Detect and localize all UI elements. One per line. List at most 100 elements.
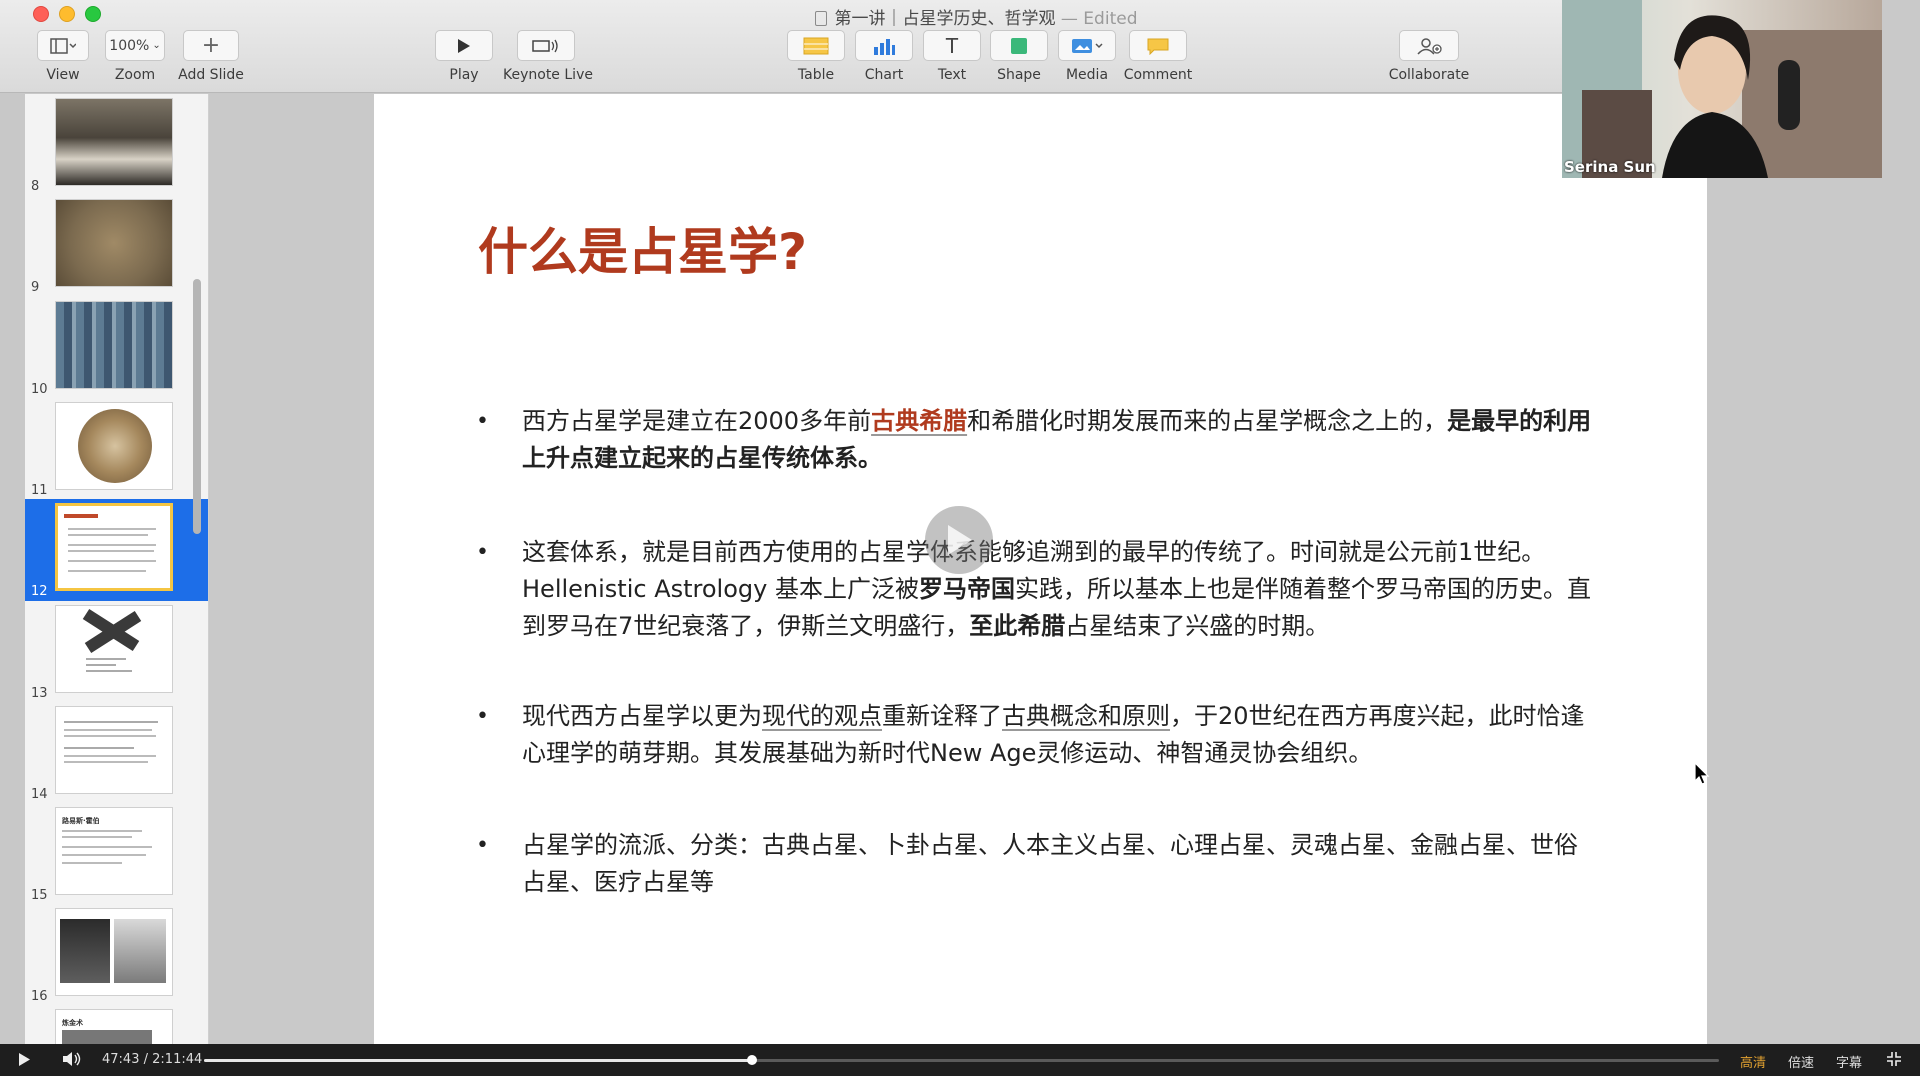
sidebar-scrollbar[interactable] (193, 279, 201, 534)
add-slide-label: Add Slide (178, 67, 244, 83)
zoom-label: Zoom (114, 67, 156, 83)
subtitle-button[interactable]: 字幕 (1836, 1052, 1862, 1071)
bullet-4[interactable]: • 占星学的流派、分类：古典占星、卜卦占星、人本主义占星、心理占星、灵魂占星、金… (476, 827, 1596, 901)
bullet-text: 西方占星学是建立在2000多年前古典希腊和希腊化时期发展而来的占星学概念之上的，… (522, 403, 1596, 477)
slide-navigator[interactable]: 8 9 10 11 12 13 14 路易斯·霍伯 15 16 炼金术 (25, 94, 209, 1044)
slide-thumbnail-17[interactable]: 炼金术 (25, 1005, 208, 1044)
slide-preview (55, 402, 173, 490)
quality-button[interactable]: 高清 (1740, 1052, 1766, 1071)
bullet-dot: • (476, 704, 489, 729)
slide-number: 13 (31, 686, 48, 701)
bullet-text: 这套体系，就是目前西方使用的占星学体系能够追溯到的最早的传统了。时间就是公元前1… (522, 534, 1596, 645)
bullet-2[interactable]: • 这套体系，就是目前西方使用的占星学体系能够追溯到的最早的传统了。时间就是公元… (476, 534, 1596, 645)
progress-handle[interactable] (747, 1055, 758, 1065)
collaborate-icon (1399, 30, 1459, 61)
keynote-live-icon (517, 30, 575, 61)
slide-preview: 路易斯·霍伯 (55, 807, 173, 895)
text-icon: T (923, 30, 981, 61)
comment-label: Comment (1123, 67, 1193, 83)
slide-thumbnail-14[interactable]: 14 (25, 702, 208, 804)
video-play-overlay-button[interactable] (925, 506, 993, 574)
play-icon (435, 30, 493, 61)
play-pause-button[interactable] (18, 1052, 31, 1071)
table-label: Table (797, 67, 835, 83)
chart-icon (855, 30, 913, 61)
play-icon (948, 525, 972, 555)
shape-button[interactable]: Shape (990, 30, 1048, 83)
underlined-text: 现代的观点 (762, 702, 882, 730)
keynote-live-button[interactable]: Keynote Live (503, 30, 593, 83)
bullet-3[interactable]: • 现代西方占星学以更为现代的观点重新诠释了古典概念和原则，于20世纪在西方再度… (476, 698, 1596, 772)
current-slide[interactable]: 什么是占星学? • 西方占星学是建立在2000多年前古典希腊和希腊化时期发展而来… (374, 94, 1707, 1044)
slide-thumbnail-12[interactable]: 12 (25, 499, 208, 601)
play-icon (19, 1053, 30, 1066)
video-progress-bar[interactable] (204, 1055, 1719, 1065)
bullet-dot: • (476, 833, 489, 858)
screen: 第一讲｜占星学历史、哲学观 — Edited View 100% ⌄ Zoom … (0, 0, 1920, 1076)
slide-thumbnail-10[interactable]: 10 (25, 297, 208, 399)
text-run: 西方占星学是建立在2000多年前 (522, 407, 872, 435)
slide-title[interactable]: 什么是占星学? (478, 212, 807, 284)
playback-speed-button[interactable]: 倍速 (1788, 1052, 1814, 1071)
comment-button[interactable]: Comment (1123, 30, 1193, 83)
media-icon (1058, 30, 1116, 61)
bullet-1[interactable]: • 西方占星学是建立在2000多年前古典希腊和希腊化时期发展而来的占星学概念之上… (476, 403, 1596, 477)
slide-number: 12 (31, 584, 48, 599)
bold-text: 至此希腊 (969, 612, 1066, 640)
text-run: 重新诠释了 (882, 702, 1002, 730)
slide-thumbnail-15[interactable]: 路易斯·霍伯 15 (25, 803, 208, 905)
zoom-control[interactable]: 100% ⌄ Zoom (105, 30, 165, 83)
slide-thumbnail-9[interactable]: 9 (25, 195, 208, 297)
collaborate-button[interactable]: Collaborate (1388, 30, 1470, 83)
add-slide-button[interactable]: + Add Slide (178, 30, 244, 83)
slide-number: 14 (31, 787, 48, 802)
text-run: 现代西方占星学以更为 (522, 702, 762, 730)
zoom-select[interactable]: 100% ⌄ (105, 30, 165, 61)
slide-number: 11 (31, 483, 48, 498)
media-button[interactable]: Media (1058, 30, 1116, 83)
shape-icon (990, 30, 1048, 61)
keynote-live-label: Keynote Live (503, 67, 593, 83)
slide-preview (55, 908, 173, 996)
plus-icon: + (183, 30, 239, 61)
slide-preview (55, 605, 173, 693)
chart-button[interactable]: Chart (855, 30, 913, 83)
keynote-window: 第一讲｜占星学历史、哲学观 — Edited View 100% ⌄ Zoom … (0, 0, 1882, 1044)
document-icon (814, 11, 827, 26)
view-icon (37, 30, 89, 61)
slide-preview-title: 路易斯·霍伯 (62, 817, 100, 825)
bullet-dot: • (476, 540, 489, 565)
play-button[interactable]: Play (435, 30, 493, 83)
slide-preview (55, 706, 173, 794)
slide-thumbnail-16[interactable]: 16 (25, 904, 208, 1006)
collaborate-label: Collaborate (1388, 67, 1470, 83)
document-status: — Edited (1060, 9, 1138, 29)
webcam-overlay: Serina Sun (1562, 0, 1882, 178)
view-button[interactable]: View (36, 30, 90, 83)
time-separator: / (143, 1052, 148, 1067)
text-button[interactable]: T Text (923, 30, 981, 83)
mouse-cursor-icon (1694, 762, 1710, 785)
zoom-value: 100% (109, 37, 150, 54)
table-button[interactable]: Table (787, 30, 845, 83)
progress-fill (204, 1059, 753, 1062)
slide-preview-title: 炼金术 (62, 1019, 83, 1027)
play-label: Play (449, 67, 479, 83)
slide-number: 8 (31, 179, 40, 194)
slide-number: 15 (31, 888, 48, 903)
slide-canvas[interactable]: 什么是占星学? • 西方占星学是建立在2000多年前古典希腊和希腊化时期发展而来… (210, 94, 1882, 1044)
slide-thumbnail-11[interactable]: 11 (25, 398, 208, 500)
slide-thumbnail-8[interactable]: 8 (25, 94, 208, 196)
slide-thumbnail-13[interactable]: 13 (25, 601, 208, 703)
fullscreen-button[interactable] (1886, 1051, 1902, 1071)
slide-number: 16 (31, 989, 48, 1004)
slide-number: 9 (31, 280, 40, 295)
slide-preview (55, 301, 173, 389)
text-run: 和希腊化时期发展而来的占星学概念之上的， (967, 407, 1448, 435)
total-time: 2:11:44 (152, 1052, 203, 1067)
comment-icon (1129, 30, 1187, 61)
volume-button[interactable] (62, 1051, 82, 1071)
video-player-controls: 47:43 / 2:11:44 高清 倍速 字幕 (0, 1044, 1920, 1076)
bullet-text: 现代西方占星学以更为现代的观点重新诠释了古典概念和原则，于20世纪在西方再度兴起… (522, 698, 1596, 772)
view-label: View (46, 67, 80, 83)
